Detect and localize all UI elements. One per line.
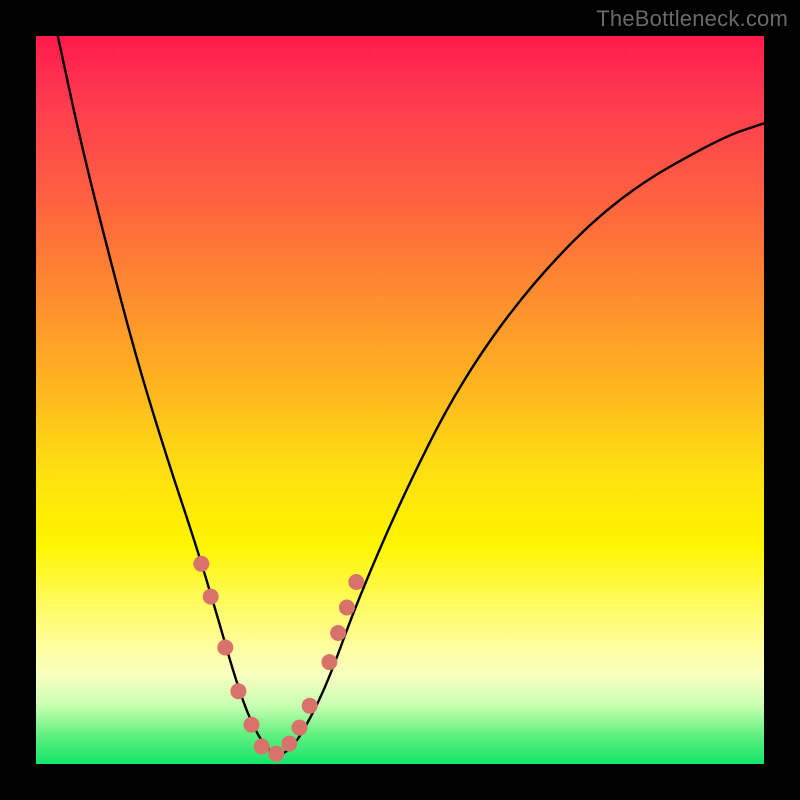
watermark-text: TheBottleneck.com — [596, 6, 788, 32]
plot-area — [36, 36, 764, 764]
chart-container: TheBottleneck.com — [0, 0, 800, 800]
highlighted-points — [193, 556, 364, 762]
marker-point — [230, 683, 246, 699]
marker-point — [254, 739, 270, 755]
marker-point — [321, 654, 337, 670]
marker-point — [339, 600, 355, 616]
marker-point — [348, 574, 364, 590]
marker-point — [281, 736, 297, 752]
marker-point — [244, 717, 260, 733]
bottleneck-curve — [58, 36, 764, 754]
marker-point — [193, 556, 209, 572]
marker-point — [203, 589, 219, 605]
marker-point — [268, 746, 284, 762]
marker-point — [292, 720, 308, 736]
curve-svg — [36, 36, 764, 764]
marker-point — [302, 698, 318, 714]
marker-point — [217, 640, 233, 656]
marker-point — [330, 625, 346, 641]
